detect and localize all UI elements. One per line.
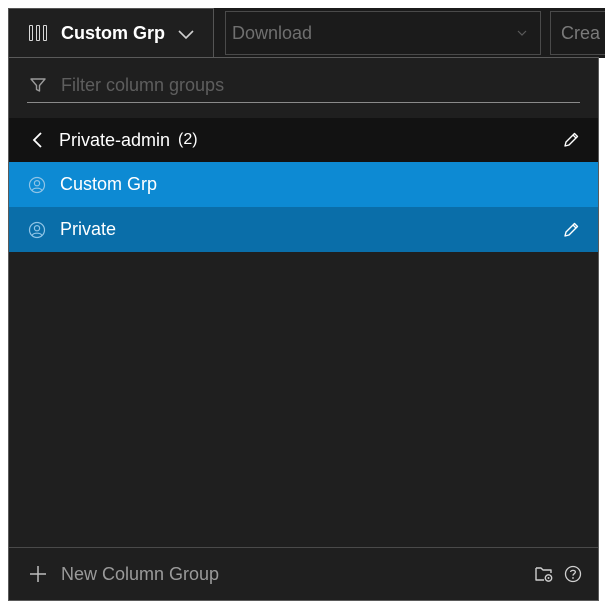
folder-settings-icon[interactable] bbox=[534, 564, 554, 584]
chevron-left-icon[interactable] bbox=[31, 131, 45, 149]
filter-row bbox=[27, 68, 580, 103]
help-icon[interactable] bbox=[564, 565, 582, 583]
dropdown-footer: New Column Group bbox=[9, 547, 598, 600]
download-label: Download bbox=[232, 22, 313, 43]
filter-icon bbox=[30, 78, 46, 92]
user-icon bbox=[28, 176, 46, 193]
list-item-private[interactable]: Private bbox=[9, 207, 598, 252]
column-group-dropdown: Private-admin (2) Custom Grp Private bbox=[8, 57, 599, 601]
create-button[interactable]: Crea bbox=[550, 11, 605, 55]
column-group-button[interactable]: Custom Grp bbox=[8, 8, 214, 58]
user-icon bbox=[28, 221, 46, 238]
list-item-custom-grp[interactable]: Custom Grp bbox=[9, 162, 598, 207]
plus-icon[interactable] bbox=[29, 565, 47, 583]
list-item-label: Custom Grp bbox=[60, 174, 158, 194]
download-select[interactable]: Download bbox=[225, 11, 541, 55]
column-group-label: Custom Grp bbox=[61, 23, 166, 43]
group-header-label: Private-admin bbox=[59, 129, 171, 150]
chevron-down-icon bbox=[517, 30, 527, 36]
pencil-icon[interactable] bbox=[562, 221, 580, 239]
create-label: Crea bbox=[561, 22, 601, 43]
new-column-group-button[interactable]: New Column Group bbox=[61, 564, 219, 585]
chevron-down-icon bbox=[178, 29, 194, 39]
app-screen: Custom Grp Download Crea Private-admin (… bbox=[0, 0, 605, 609]
list-item-label: Private bbox=[60, 219, 117, 239]
group-header-row[interactable]: Private-admin (2) bbox=[9, 118, 598, 162]
filter-input[interactable] bbox=[59, 73, 543, 97]
group-header-count: (2) bbox=[178, 131, 198, 148]
columns-icon bbox=[29, 24, 49, 43]
pencil-icon[interactable] bbox=[562, 131, 580, 149]
